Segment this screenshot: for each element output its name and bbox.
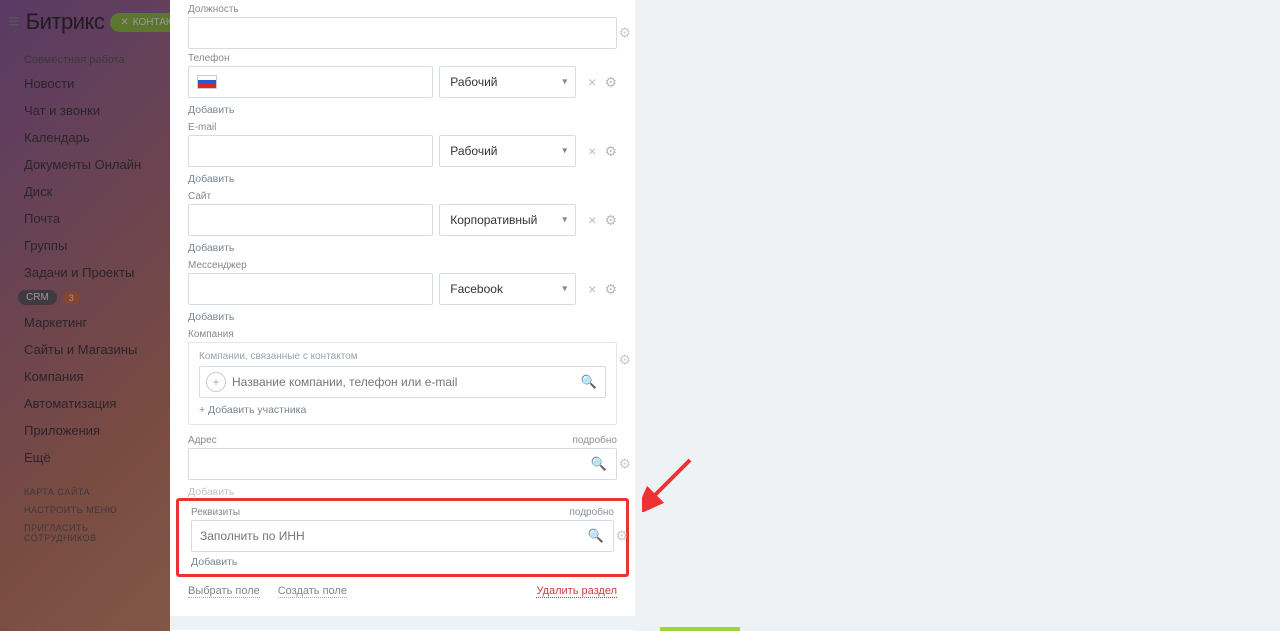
requisites-label: Реквизиты xyxy=(191,507,240,518)
bottom-accent xyxy=(660,627,740,631)
add-requisites-link[interactable]: Добавить xyxy=(179,554,626,570)
close-icon[interactable]: × xyxy=(588,74,596,90)
site-label: Сайт xyxy=(188,191,617,202)
phone-label: Телефон xyxy=(188,53,617,64)
phone-type-select[interactable]: Рабочий ▾ xyxy=(439,66,576,98)
company-box: Компании, связанные с контактом + 🔍 + До… xyxy=(188,342,617,425)
messenger-input[interactable] xyxy=(188,273,433,305)
add-participant-link[interactable]: + Добавить участника xyxy=(199,404,606,416)
search-icon[interactable]: 🔍 xyxy=(588,528,604,544)
gear-icon[interactable]: ⚙ xyxy=(618,25,631,42)
address-input[interactable] xyxy=(188,448,617,480)
email-label: E-mail xyxy=(188,122,617,133)
company-search[interactable]: + 🔍 xyxy=(199,366,606,398)
close-icon[interactable]: × xyxy=(588,143,596,159)
search-icon[interactable]: 🔍 xyxy=(581,374,597,390)
gear-icon[interactable]: ⚙ xyxy=(615,528,628,545)
requisites-highlight: Реквизиты подробно 🔍 ⚙ Добавить xyxy=(176,498,629,577)
add-messenger-link[interactable]: Добавить xyxy=(170,307,635,327)
chevron-down-icon: ▾ xyxy=(562,146,567,157)
address-label: Адрес xyxy=(188,435,217,446)
address-details-link[interactable]: подробно xyxy=(572,435,617,446)
close-icon[interactable]: × xyxy=(588,212,596,228)
messenger-label: Мессенджер xyxy=(188,260,617,271)
gear-icon[interactable]: ⚙ xyxy=(618,456,631,473)
additional-section: ДОПОЛНИТЕЛЬНО изменить xyxy=(170,616,635,631)
requisites-input[interactable] xyxy=(191,520,614,552)
add-site-link[interactable]: Добавить xyxy=(170,238,635,258)
add-email-link[interactable]: Добавить xyxy=(170,169,635,189)
phone-input[interactable] xyxy=(188,66,433,98)
chevron-down-icon: ▾ xyxy=(562,215,567,226)
chevron-down-icon: ▾ xyxy=(562,284,567,295)
select-field-link[interactable]: Выбрать поле xyxy=(188,585,260,598)
gear-icon[interactable]: ⚙ xyxy=(604,143,617,160)
site-type-select[interactable]: Корпоративный ▾ xyxy=(439,204,576,236)
gear-icon[interactable]: ⚙ xyxy=(604,281,617,298)
email-type-select[interactable]: Рабочий ▾ xyxy=(439,135,576,167)
messenger-type-select[interactable]: Facebook ▾ xyxy=(439,273,576,305)
email-input[interactable] xyxy=(188,135,433,167)
position-input[interactable] xyxy=(188,17,617,49)
gear-icon[interactable]: ⚙ xyxy=(604,212,617,229)
close-icon[interactable]: × xyxy=(588,281,596,297)
requisites-details-link[interactable]: подробно xyxy=(569,507,614,518)
site-input[interactable] xyxy=(188,204,433,236)
search-icon[interactable]: 🔍 xyxy=(591,456,607,472)
position-label: Должность xyxy=(188,4,617,15)
company-box-label: Компании, связанные с контактом xyxy=(199,351,606,362)
plus-circle-icon[interactable]: + xyxy=(206,372,226,392)
create-field-link[interactable]: Создать поле xyxy=(278,585,347,598)
gear-icon[interactable]: ⚙ xyxy=(618,352,631,369)
chevron-down-icon: ▾ xyxy=(562,77,567,88)
company-search-input[interactable] xyxy=(232,375,577,389)
add-phone-link[interactable]: Добавить xyxy=(170,100,635,120)
delete-section-link[interactable]: Удалить раздел xyxy=(536,585,617,598)
gear-icon[interactable]: ⚙ xyxy=(604,74,617,91)
company-label: Компания xyxy=(188,329,617,340)
flag-icon xyxy=(197,75,217,89)
contact-form-panel: Должность ⚙ Телефон Рабочий ▾ × ⚙ Добави… xyxy=(170,0,635,631)
